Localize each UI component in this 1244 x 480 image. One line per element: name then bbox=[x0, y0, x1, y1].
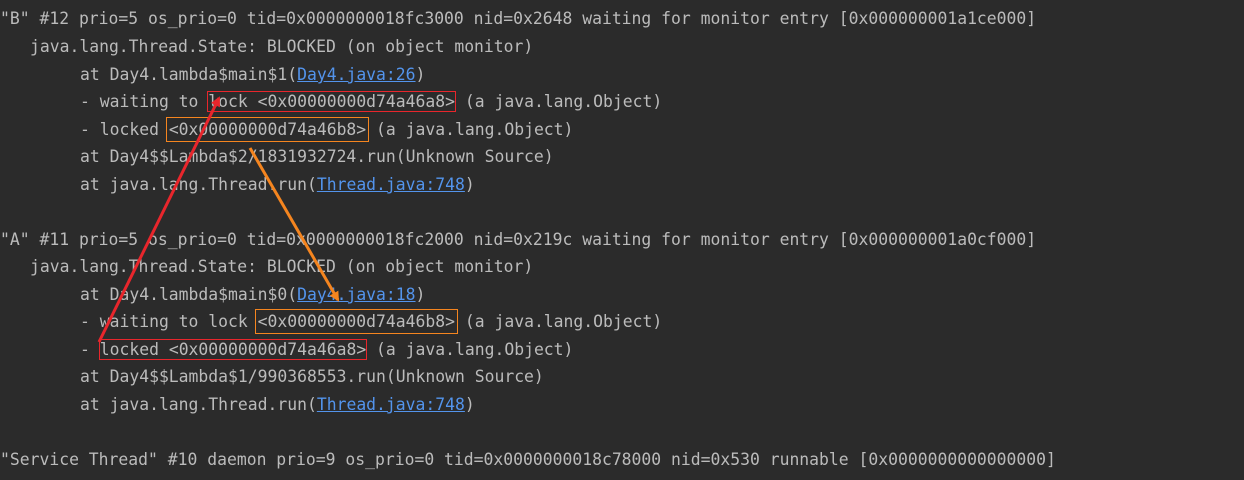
frame-text: (a java.lang.Object) bbox=[455, 312, 663, 331]
frame-text: - waiting to bbox=[80, 92, 209, 111]
frame-text: ) bbox=[464, 395, 475, 414]
frame-text: ) bbox=[464, 175, 475, 194]
thread-a-header: "A" #11 prio=5 os_prio=0 tid=0x000000001… bbox=[0, 230, 1037, 249]
thread-b-frame-thread: at java.lang.Thread.run(Thread.java:748) bbox=[0, 171, 475, 199]
frame-text: (a java.lang.Object) bbox=[366, 340, 574, 359]
thread-b-waiting-line: - waiting to lock <0x00000000d74a46a8> (… bbox=[0, 88, 662, 116]
thread-a-state: java.lang.Thread.State: BLOCKED (on obje… bbox=[30, 257, 534, 276]
thread-a-frame-thread: at java.lang.Thread.run(Thread.java:748) bbox=[0, 391, 475, 419]
frame-text: - locked bbox=[80, 120, 169, 139]
frame-text: (a java.lang.Object) bbox=[366, 120, 574, 139]
thread-a-waiting-addr-highlight: <0x00000000d74a46b8> bbox=[254, 309, 459, 334]
source-link-day4-26[interactable]: Day4.java:26 bbox=[297, 65, 415, 84]
thread-b-locked-line: - locked <0x00000000d74a46b8> (a java.la… bbox=[0, 116, 573, 144]
frame-text: - bbox=[80, 340, 100, 359]
thread-a-frame-lambda: at Day4.lambda$main$0(Day4.java:18) bbox=[0, 281, 425, 309]
thread-b-frame-lambda: at Day4.lambda$main$1(Day4.java:26) bbox=[0, 61, 425, 89]
source-link-thread-748[interactable]: Thread.java:748 bbox=[317, 175, 465, 194]
thread-b-frame-run: at Day4$$Lambda$2/1831932724.run(Unknown… bbox=[80, 147, 554, 166]
frame-text: at Day4.lambda$main$0( bbox=[80, 285, 298, 304]
frame-text: ) bbox=[415, 65, 426, 84]
thread-dump-console: "B" #12 prio=5 os_prio=0 tid=0x000000001… bbox=[0, 0, 1244, 480]
source-link-thread-748[interactable]: Thread.java:748 bbox=[317, 395, 465, 414]
thread-b-waiting-lock-highlight: lock <0x00000000d74a46a8> bbox=[207, 91, 456, 112]
thread-a-frame-run: at Day4$$Lambda$1/990368553.run(Unknown … bbox=[80, 367, 544, 386]
service-thread-header: "Service Thread" #10 daemon prio=9 os_pr… bbox=[0, 450, 1056, 469]
frame-text: ) bbox=[415, 285, 426, 304]
thread-b-header: "B" #12 prio=5 os_prio=0 tid=0x000000001… bbox=[0, 9, 1037, 28]
frame-text: at java.lang.Thread.run( bbox=[80, 395, 317, 414]
thread-a-waiting-line: - waiting to lock <0x00000000d74a46b8> (… bbox=[0, 308, 662, 336]
thread-a-locked-line: - locked <0x00000000d74a46a8> (a java.la… bbox=[0, 336, 573, 364]
source-link-day4-18[interactable]: Day4.java:18 bbox=[297, 285, 415, 304]
thread-b-state: java.lang.Thread.State: BLOCKED (on obje… bbox=[30, 37, 534, 56]
frame-text: at Day4.lambda$main$1( bbox=[80, 65, 298, 84]
frame-text: - waiting to lock bbox=[80, 312, 258, 331]
frame-text: at java.lang.Thread.run( bbox=[80, 175, 317, 194]
thread-a-locked-lock-highlight: locked <0x00000000d74a46a8> bbox=[98, 339, 368, 360]
thread-b-locked-addr-highlight: <0x00000000d74a46b8> bbox=[165, 117, 370, 142]
frame-text: (a java.lang.Object) bbox=[455, 92, 663, 111]
